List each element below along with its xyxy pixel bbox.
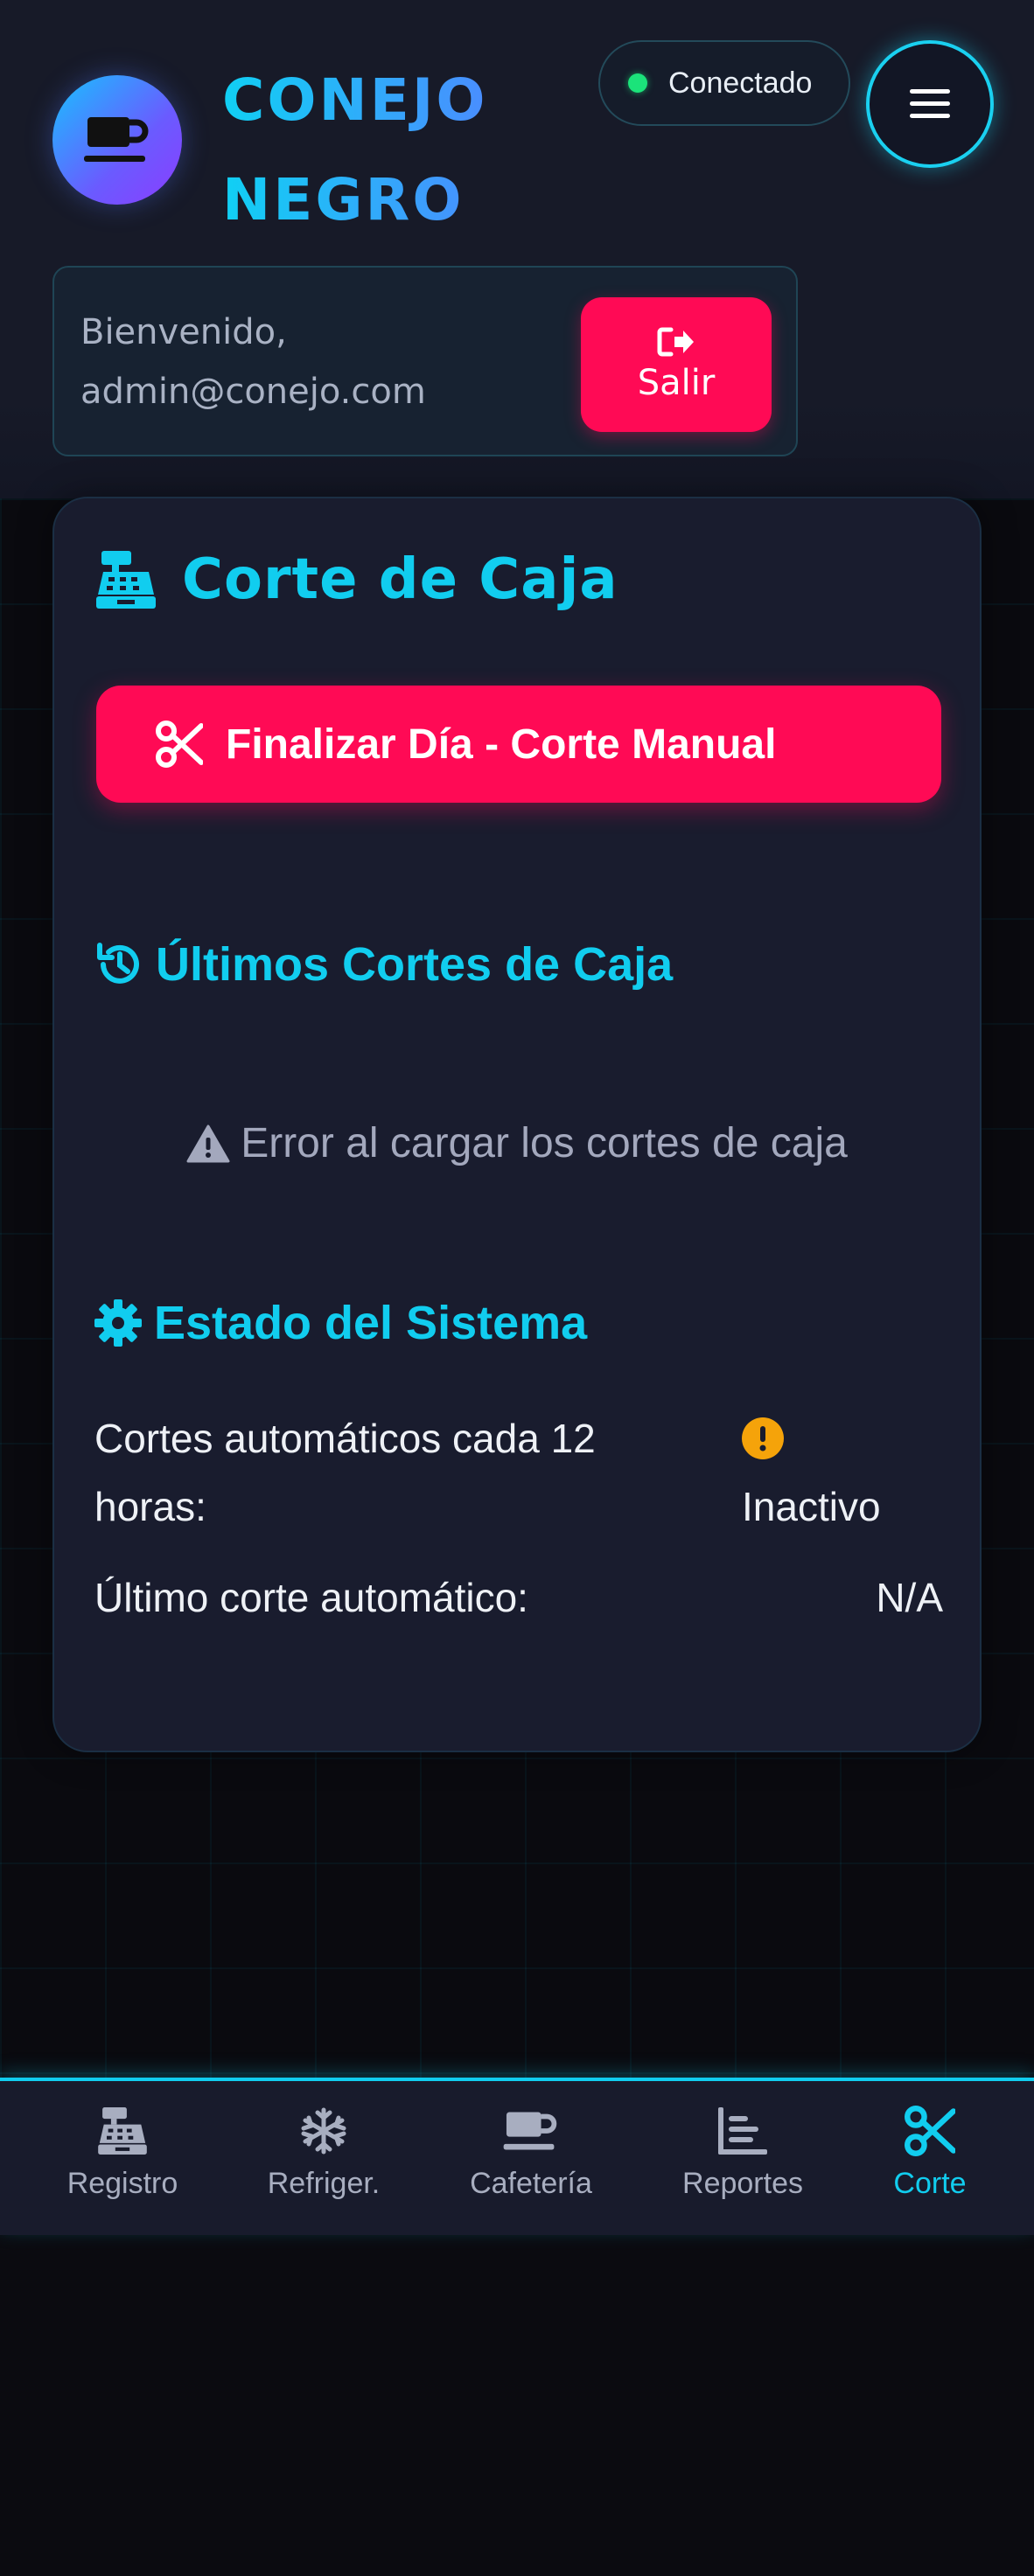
auto-cut-status-text: Inactivo [742, 1484, 881, 1529]
connection-status-badge: Conectado [598, 40, 850, 126]
history-section-title-text: Últimos Cortes de Caja [156, 938, 674, 991]
page-title: Corte de Caja [96, 547, 618, 612]
nav-label-registro: Registro [66, 2167, 178, 2200]
gear-icon [94, 1299, 142, 1347]
sign-out-icon [657, 327, 694, 357]
auto-cut-status: Inactivo [742, 1404, 943, 1541]
auto-cut-label-line-1: Cortes automáticos cada 12 [94, 1416, 596, 1461]
logout-label: Salir [637, 363, 716, 403]
cash-register-icon [98, 2107, 147, 2155]
history-error-message: Error al cargar los cortes de caja [0, 1119, 1034, 1167]
scissors-icon [905, 2106, 955, 2156]
last-auto-cut-label: Último corte automático: [94, 1575, 528, 1620]
connection-status-text: Conectado [668, 66, 813, 100]
scissors-icon [156, 721, 203, 768]
finalize-day-button[interactable]: Finalizar Día - Corte Manual [96, 686, 941, 803]
history-icon [97, 943, 139, 984]
nav-label-corte: Corte [893, 2167, 967, 2200]
hamburger-menu-icon [910, 89, 950, 118]
finalize-day-label: Finalizar Día - Corte Manual [226, 721, 777, 768]
nav-item-refriger[interactable]: Refriger. [262, 2100, 385, 2223]
system-status-title-text: Estado del Sistema [154, 1297, 588, 1349]
last-auto-cut-value: N/A [876, 1575, 943, 1620]
snowflake-icon [301, 2107, 346, 2155]
app-header: CONEJO NEGRO Conectado Bienvenido, admin… [0, 0, 1034, 498]
nav-item-registro[interactable]: Registro [61, 2100, 184, 2223]
nav-item-reportes[interactable]: Reportes [673, 2100, 813, 2223]
nav-label-refriger: Refriger. [267, 2167, 381, 2200]
auto-cut-label: Cortes automáticos cada 12 horas: [94, 1404, 707, 1541]
brand-line-1: CONEJO [222, 66, 488, 134]
brand-name: CONEJO NEGRO [222, 51, 488, 250]
bottom-navigation: Registro Refriger. Cafetería Reportes Co… [0, 2078, 1034, 2235]
menu-button[interactable] [866, 40, 994, 168]
status-dot-icon [628, 73, 647, 93]
welcome-text: Bienvenido, admin@conejo.com [80, 303, 535, 421]
nav-label-cafeteria: Cafetería [470, 2167, 592, 2200]
nav-item-corte[interactable]: Corte [877, 2100, 982, 2223]
nav-label-reportes: Reportes [682, 2167, 803, 2200]
welcome-panel: Bienvenido, admin@conejo.com Salir [52, 266, 798, 456]
system-status-title: Estado del Sistema [94, 1296, 587, 1350]
auto-cut-label-line-2: horas: [94, 1484, 206, 1529]
bar-chart-icon [718, 2107, 767, 2155]
nav-item-cafeteria[interactable]: Cafetería [461, 2100, 601, 2223]
logout-button[interactable]: Salir [581, 297, 772, 432]
history-error-text: Error al cargar los cortes de caja [241, 1120, 848, 1166]
last-auto-cut-row: Último corte automático: N/A [94, 1563, 943, 1632]
cash-register-icon [96, 551, 156, 609]
brand-line-2: NEGRO [222, 166, 465, 233]
welcome-greeting: Bienvenido, [80, 312, 287, 352]
warning-triangle-icon [186, 1124, 230, 1162]
coffee-cup-icon [84, 117, 149, 162]
auto-cut-status-icon-wrap [742, 1404, 943, 1472]
auto-cut-status-row: Cortes automáticos cada 12 horas: Inacti… [94, 1404, 943, 1544]
user-email: admin@conejo.com [80, 372, 426, 412]
exclamation-circle-icon [742, 1417, 784, 1459]
history-section-title: Últimos Cortes de Caja [94, 937, 673, 992]
page-title-text: Corte de Caja [182, 547, 618, 612]
coffee-cup-icon [503, 2112, 557, 2150]
app-logo [52, 75, 182, 205]
